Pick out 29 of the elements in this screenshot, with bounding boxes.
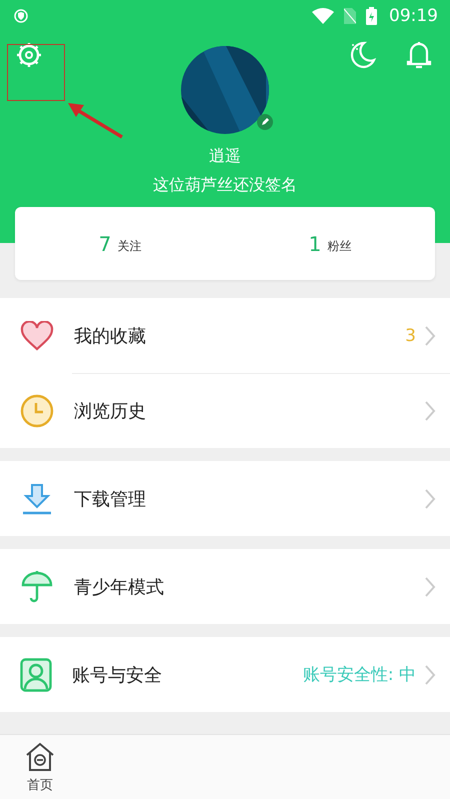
heart-icon	[20, 320, 54, 350]
umbrella-icon	[20, 570, 54, 604]
chevron-right-icon	[424, 488, 436, 510]
chevron-right-icon	[424, 324, 436, 346]
clock-icon	[20, 394, 54, 428]
menu-item[interactable]: 青少年模式	[0, 549, 450, 624]
chevron-right-icon	[424, 576, 436, 598]
status-time: 09:19	[389, 6, 438, 26]
nav-tab[interactable]: 首页	[24, 735, 56, 799]
menu-item[interactable]: 浏览历史	[0, 373, 450, 448]
menu-item[interactable]: 我的收藏 3	[0, 298, 450, 373]
battery-icon	[366, 7, 377, 25]
menu-item[interactable]: 账号与安全 账号安全性: 中	[0, 637, 450, 712]
stat-label[interactable]: 粉丝	[327, 238, 352, 254]
user-name: 逍遥	[208, 146, 242, 167]
user-icon	[20, 658, 52, 692]
wifi-icon	[312, 8, 334, 24]
highlight-frame	[7, 44, 65, 101]
home-icon	[24, 741, 56, 773]
menu-item[interactable]: 下载管理	[0, 461, 450, 536]
shield-icon	[14, 9, 28, 23]
no-sim-icon	[344, 8, 356, 24]
stat-label[interactable]: 关注	[117, 238, 142, 254]
download-icon	[20, 482, 54, 514]
user-signature: 这位葫芦丝还没签名	[152, 175, 298, 196]
chevron-right-icon	[424, 400, 436, 422]
settings-button[interactable]	[14, 40, 44, 70]
chevron-right-icon	[424, 664, 436, 686]
edit-icon[interactable]	[257, 114, 273, 130]
